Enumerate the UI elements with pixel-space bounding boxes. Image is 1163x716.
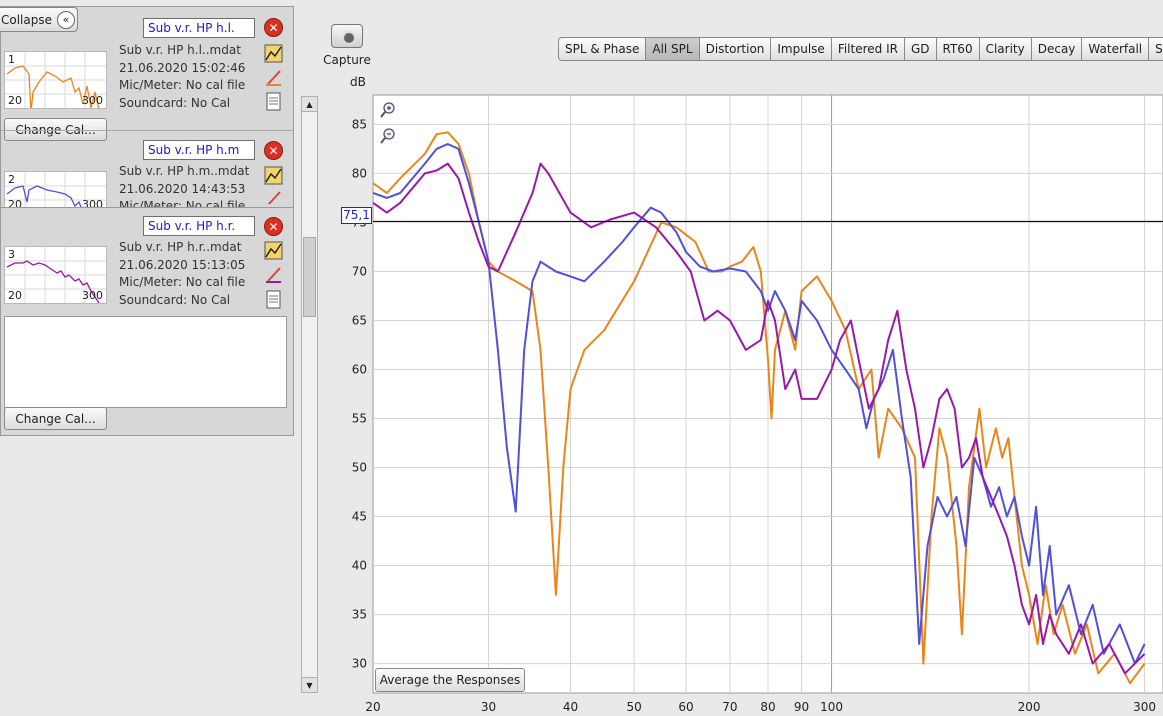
y-tick-label: 65 (352, 313, 367, 327)
x-tick-label: 20 (365, 700, 380, 714)
y-tick-label: 30 (352, 657, 367, 671)
y-tick-label: 45 (352, 510, 367, 524)
y-tick-label: 70 (352, 264, 367, 278)
x-tick-label: 60 (678, 700, 693, 714)
spl-graph[interactable]: 3035404550556065707580852030405060708090… (0, 0, 1163, 716)
y-tick-label: 55 (352, 412, 367, 426)
x-tick-label: 90 (794, 700, 809, 714)
x-tick-label: 50 (626, 700, 641, 714)
y-tick-label: 85 (352, 117, 367, 131)
zoom-in-icon[interactable] (379, 101, 397, 119)
x-tick-label: 300 (1133, 700, 1156, 714)
level-marker-value[interactable]: 75,1 (341, 207, 372, 224)
x-tick-label: 40 (563, 700, 578, 714)
x-tick-label: 70 (722, 700, 737, 714)
y-tick-label: 50 (352, 461, 367, 475)
y-tick-label: 60 (352, 362, 367, 376)
zoom-out-icon[interactable] (379, 127, 397, 145)
y-tick-label: 35 (352, 608, 367, 622)
average-responses-button[interactable]: Average the Responses (375, 668, 525, 692)
x-tick-label: 30 (481, 700, 496, 714)
y-tick-label: 80 (352, 166, 367, 180)
app-window: Sub v.r. HP h.l. ✕ 1 20 300 Sub v.r. HP … (0, 0, 1163, 716)
x-tick-label: 80 (760, 700, 775, 714)
x-tick-label: 100 (820, 700, 843, 714)
x-tick-label: 200 (1018, 700, 1041, 714)
y-tick-label: 40 (352, 559, 367, 573)
